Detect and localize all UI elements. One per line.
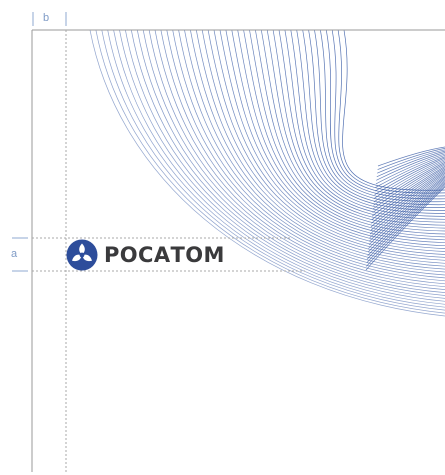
wave-line	[184, 29, 445, 270]
wave-line-pattern	[89, 29, 445, 317]
wave-line	[377, 146, 445, 167]
rosatom-logo: РОСАТОМ	[66, 238, 225, 272]
dimension-label-a: a	[11, 248, 18, 260]
wave-line	[377, 149, 445, 174]
dimension-label-b: b	[43, 12, 50, 24]
wave-line	[260, 29, 445, 232]
rosatom-atom-emblem-icon	[66, 239, 98, 271]
wave-line	[190, 29, 445, 267]
rosatom-wordmark: РОСАТОМ	[104, 242, 225, 267]
